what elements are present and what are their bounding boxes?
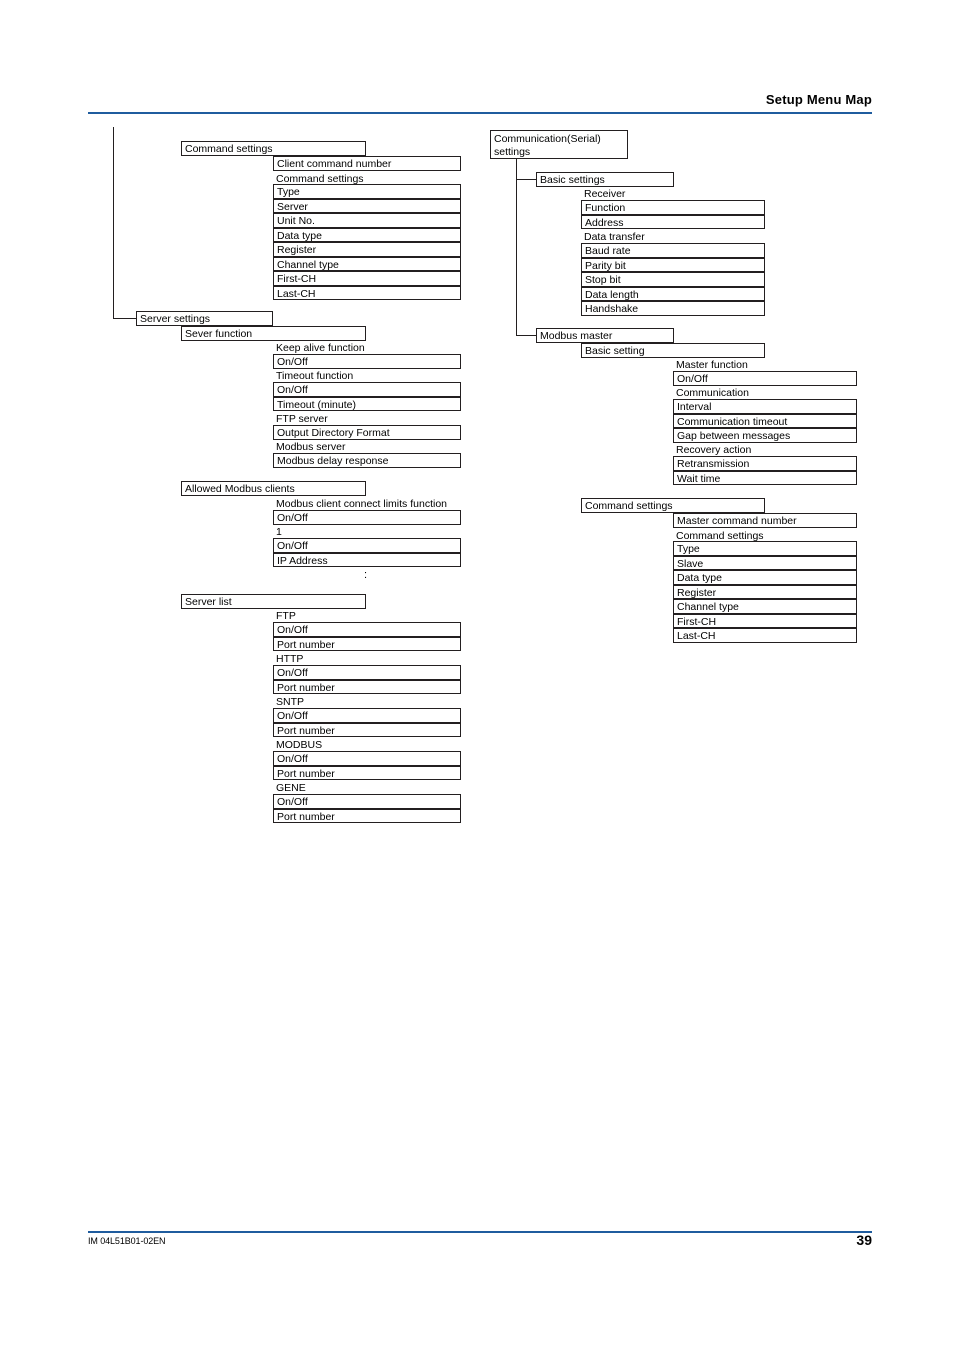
- footer-rule: [88, 1231, 872, 1233]
- node-timeout-onoff[interactable]: On/Off: [273, 382, 461, 397]
- node-master-data-type[interactable]: Data type: [673, 570, 857, 585]
- node-address[interactable]: Address: [581, 214, 765, 229]
- label-data-transfer: Data transfer: [584, 231, 645, 243]
- node-master-type[interactable]: Type: [673, 541, 857, 556]
- label-modbus: MODBUS: [276, 739, 323, 751]
- node-keep-alive-onoff[interactable]: On/Off: [273, 354, 461, 369]
- node-register[interactable]: Register: [273, 242, 461, 257]
- page-number: 39: [856, 1232, 872, 1248]
- node-modbus-delay-response[interactable]: Modbus delay response: [273, 453, 461, 468]
- node-allowed-modbus-clients[interactable]: Allowed Modbus clients: [181, 481, 366, 496]
- node-command-settings-client[interactable]: Command settings: [181, 141, 366, 156]
- node-baud-rate[interactable]: Baud rate: [581, 243, 765, 258]
- node-modbus-port-number[interactable]: Port number: [273, 765, 461, 780]
- node-http-onoff[interactable]: On/Off: [273, 665, 461, 680]
- node-sntp-onoff[interactable]: On/Off: [273, 708, 461, 723]
- left-trunk-elbow: [113, 318, 137, 319]
- node-master-command-number[interactable]: Master command number: [673, 513, 857, 528]
- label-timeout-function: Timeout function: [276, 370, 354, 382]
- node-master-slave[interactable]: Slave: [673, 555, 857, 570]
- node-communication-timeout[interactable]: Communication timeout: [673, 413, 857, 428]
- node-server-settings[interactable]: Server settings: [136, 311, 273, 326]
- label-recovery-action: Recovery action: [676, 444, 752, 456]
- manual-code: IM 04L51B01-02EN: [88, 1236, 166, 1246]
- node-gap-between-messages[interactable]: Gap between messages: [673, 428, 857, 443]
- right-trunk-line: [516, 159, 517, 336]
- node-modbus-master[interactable]: Modbus master: [536, 328, 674, 343]
- node-client-command-number[interactable]: Client command number: [273, 156, 461, 171]
- document-page: Setup Menu Map Command settings Client c…: [0, 0, 954, 1350]
- node-gene-port-number[interactable]: Port number: [273, 808, 461, 823]
- node-server-list[interactable]: Server list: [181, 594, 366, 609]
- node-gene-onoff[interactable]: On/Off: [273, 794, 461, 809]
- header-rule: [88, 112, 872, 114]
- node-parity-bit[interactable]: Parity bit: [581, 257, 765, 272]
- label-client-index-1: 1: [276, 526, 282, 538]
- root-title-line1: Communication(Serial): [494, 133, 601, 145]
- node-timeout-minute[interactable]: Timeout (minute): [273, 396, 461, 411]
- label-http: HTTP: [276, 653, 304, 665]
- node-client-onoff[interactable]: On/Off: [273, 538, 461, 553]
- root-title-line2: settings: [494, 145, 531, 158]
- node-master-last-ch[interactable]: Last-CH: [673, 628, 857, 643]
- node-http-port-number[interactable]: Port number: [273, 679, 461, 694]
- node-sntp-port-number[interactable]: Port number: [273, 722, 461, 737]
- node-server[interactable]: Server: [273, 198, 461, 213]
- node-handshake[interactable]: Handshake: [581, 301, 765, 316]
- node-basic-setting[interactable]: Basic setting: [581, 343, 765, 358]
- left-trunk-line: [113, 127, 114, 319]
- label-ftp: FTP: [276, 610, 296, 622]
- label-sntp: SNTP: [276, 696, 305, 708]
- node-sever-function[interactable]: Sever function: [181, 326, 366, 341]
- node-master-channel-type[interactable]: Channel type: [673, 599, 857, 614]
- label-master-function: Master function: [676, 359, 748, 371]
- node-communication-serial-settings[interactable]: Communication(Serial) settings: [490, 130, 628, 159]
- node-master-first-ch[interactable]: First-CH: [673, 613, 857, 628]
- node-ip-address[interactable]: IP Address: [273, 552, 461, 567]
- node-function[interactable]: Function: [581, 200, 765, 215]
- node-data-type[interactable]: Data type: [273, 227, 461, 242]
- label-gene: GENE: [276, 782, 306, 794]
- node-first-ch[interactable]: First-CH: [273, 271, 461, 286]
- node-modbus-onoff[interactable]: On/Off: [273, 751, 461, 766]
- continuation-mark-modbus-clients: :: [364, 569, 368, 581]
- right-trunk-elbow-modbus: [516, 335, 537, 336]
- label-ftp-server: FTP server: [276, 413, 328, 425]
- node-master-register[interactable]: Register: [673, 584, 857, 599]
- label-modbus-client-connect-limits-function: Modbus client connect limits function: [276, 498, 447, 510]
- node-stop-bit[interactable]: Stop bit: [581, 272, 765, 287]
- node-last-ch[interactable]: Last-CH: [273, 285, 461, 300]
- node-interval[interactable]: Interval: [673, 399, 857, 414]
- label-keep-alive-function: Keep alive function: [276, 342, 365, 354]
- label-communication: Communication: [676, 387, 749, 399]
- right-trunk-elbow-basic: [516, 179, 537, 180]
- node-basic-settings[interactable]: Basic settings: [536, 172, 674, 187]
- node-master-function-onoff[interactable]: On/Off: [673, 371, 857, 386]
- node-data-length[interactable]: Data length: [581, 286, 765, 301]
- node-ftp-port-number[interactable]: Port number: [273, 636, 461, 651]
- node-type[interactable]: Type: [273, 184, 461, 199]
- node-modbus-limits-onoff[interactable]: On/Off: [273, 510, 461, 525]
- node-ftp-onoff[interactable]: On/Off: [273, 622, 461, 637]
- label-receiver: Receiver: [584, 188, 626, 200]
- page-title: Setup Menu Map: [765, 92, 872, 107]
- node-unit-no[interactable]: Unit No.: [273, 213, 461, 228]
- label-modbus-server: Modbus server: [276, 441, 346, 453]
- node-retransmission[interactable]: Retransmission: [673, 456, 857, 471]
- node-wait-time[interactable]: Wait time: [673, 470, 857, 485]
- node-channel-type[interactable]: Channel type: [273, 256, 461, 271]
- node-command-settings-master[interactable]: Command settings: [581, 498, 765, 513]
- node-output-directory-format[interactable]: Output Directory Format: [273, 425, 461, 440]
